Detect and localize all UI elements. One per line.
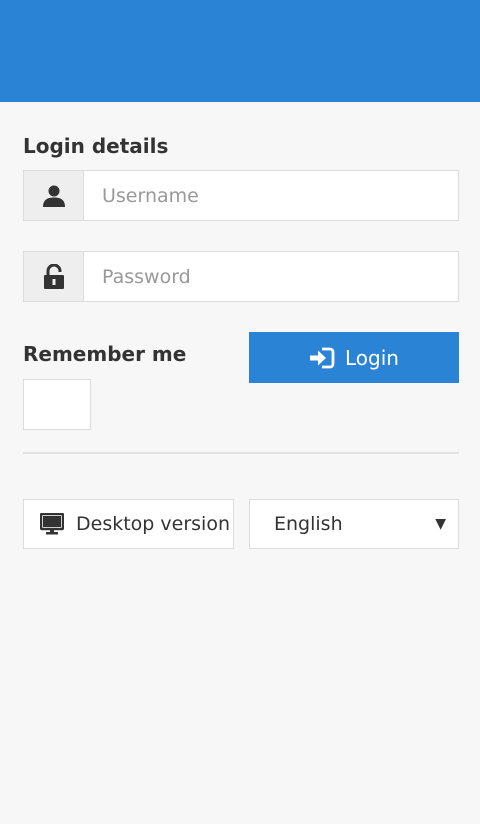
section-title: Login details xyxy=(23,134,169,158)
desktop-version-button[interactable]: Desktop version xyxy=(23,499,234,549)
username-input[interactable] xyxy=(84,171,458,220)
login-button-label: Login xyxy=(345,345,399,370)
user-icon xyxy=(24,171,84,220)
username-group xyxy=(23,170,459,221)
language-select[interactable]: English ▼ xyxy=(249,499,459,549)
password-group xyxy=(23,251,459,302)
remember-me-checkbox[interactable] xyxy=(23,379,91,430)
desktop-version-label: Desktop version xyxy=(76,513,230,535)
login-button[interactable]: Login xyxy=(249,332,459,383)
divider xyxy=(23,452,459,454)
caret-down-icon: ▼ xyxy=(435,516,446,532)
password-input[interactable] xyxy=(84,252,458,301)
sign-in-icon xyxy=(309,347,335,369)
monitor-icon xyxy=(40,513,64,535)
top-bar xyxy=(0,0,480,102)
remember-me-label: Remember me xyxy=(23,342,187,366)
lock-icon xyxy=(24,252,84,301)
language-selected: English xyxy=(274,513,343,535)
